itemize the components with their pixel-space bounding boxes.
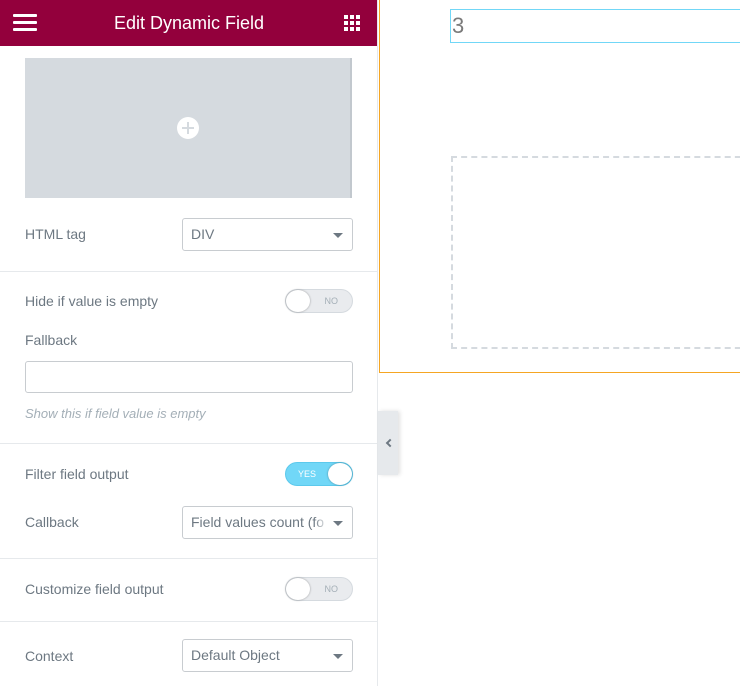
empty-column-dropzone[interactable]	[451, 156, 740, 349]
fallback-help-text: Show this if field value is empty	[25, 406, 206, 421]
toggle-state-text: NO	[324, 296, 339, 306]
panel-header: Edit Dynamic Field	[0, 0, 377, 46]
toggle-knob	[286, 578, 310, 600]
context-label: Context	[25, 648, 74, 664]
fallback-input[interactable]	[25, 361, 353, 393]
text-fade	[314, 507, 328, 538]
panel-title: Edit Dynamic Field	[113, 12, 265, 33]
customize-output-toggle[interactable]: NO	[285, 577, 353, 601]
chevron-left-icon	[385, 438, 394, 448]
plus-circle-icon	[176, 117, 199, 139]
caret-down-icon	[333, 521, 343, 526]
editor-root: Edit Dynamic Field HTML tag DIV Hide if …	[0, 0, 740, 686]
context-value: Default Object	[191, 647, 280, 663]
html-tag-select[interactable]: DIV	[182, 218, 353, 251]
callback-value: Field values count (fo	[191, 514, 325, 530]
html-tag-label: HTML tag	[25, 226, 86, 242]
toggle-knob	[286, 290, 310, 312]
hide-if-empty-label: Hide if value is empty	[25, 293, 159, 309]
hide-if-empty-toggle[interactable]: NO	[285, 289, 353, 313]
html-tag-value: DIV	[191, 226, 215, 242]
panel-collapse-button[interactable]	[378, 411, 398, 475]
section-divider	[0, 558, 377, 559]
hamburger-icon[interactable]	[13, 14, 37, 32]
context-select[interactable]: Default Object	[182, 639, 353, 672]
filter-output-label: Filter field output	[25, 466, 129, 482]
section-divider	[0, 443, 377, 444]
editor-panel: Edit Dynamic Field HTML tag DIV Hide if …	[0, 0, 378, 686]
preview-section[interactable]: 3	[379, 0, 740, 373]
preview-canvas: 3	[379, 0, 740, 686]
fallback-label: Fallback	[25, 332, 78, 348]
caret-down-icon	[333, 654, 343, 659]
filter-output-toggle[interactable]: YES	[285, 462, 353, 486]
section-divider	[0, 271, 377, 272]
callback-select[interactable]: Field values count (fo	[182, 506, 353, 539]
dynamic-field-output[interactable]: 3	[450, 9, 740, 43]
callback-label: Callback	[25, 514, 79, 530]
customize-output-label: Customize field output	[25, 581, 164, 597]
toggle-state-text: YES	[298, 469, 317, 479]
section-divider	[0, 621, 377, 622]
grid-icon[interactable]	[344, 15, 360, 31]
caret-down-icon	[333, 233, 343, 238]
image-placeholder[interactable]	[25, 58, 352, 198]
toggle-knob	[328, 463, 352, 485]
toggle-state-text: NO	[324, 584, 339, 594]
